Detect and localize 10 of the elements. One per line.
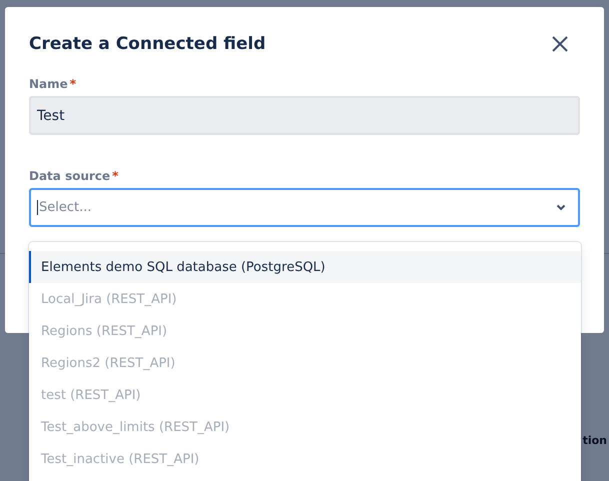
field-label: Data source * bbox=[29, 169, 120, 183]
background-text: tion bbox=[582, 434, 607, 447]
data-source-select[interactable]: Select... bbox=[29, 188, 580, 227]
field-label: Name * bbox=[29, 77, 78, 91]
close-button[interactable] bbox=[550, 34, 570, 54]
dropdown-option[interactable]: Elements demo SQL database (PostgreSQL) bbox=[29, 251, 581, 283]
close-icon bbox=[552, 36, 568, 52]
name-field[interactable]: Test bbox=[29, 96, 580, 135]
dialog-title: Create a Connected field bbox=[29, 34, 266, 54]
chevron-down-icon bbox=[556, 204, 566, 211]
